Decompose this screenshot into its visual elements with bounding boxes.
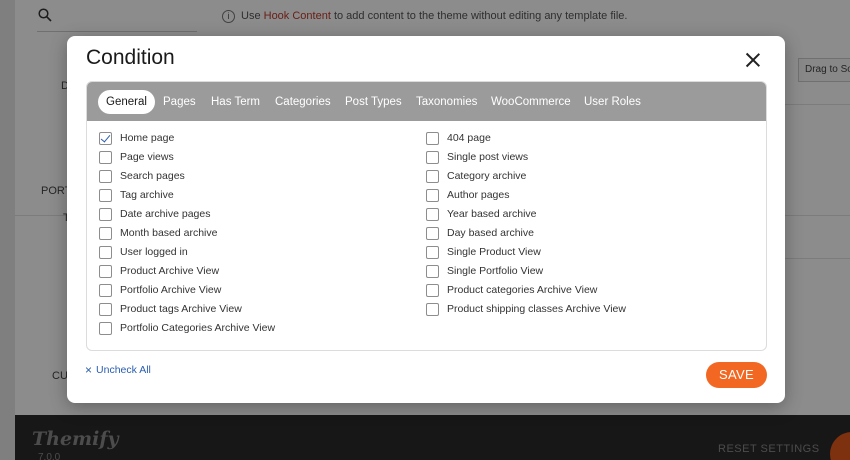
checkbox[interactable]: [426, 283, 439, 297]
option-user-logged-in[interactable]: User logged in: [99, 244, 188, 260]
checkbox[interactable]: [426, 169, 439, 183]
condition-panel: General Pages Has Term Categories Post T…: [86, 81, 767, 351]
checkbox[interactable]: [426, 302, 439, 316]
checkbox[interactable]: [99, 188, 112, 202]
save-button[interactable]: SAVE: [706, 362, 767, 388]
option-portfolio-categories-archive-view[interactable]: Portfolio Categories Archive View: [99, 320, 275, 336]
checkbox[interactable]: [99, 207, 112, 221]
option-author-pages[interactable]: Author pages: [426, 187, 509, 203]
tab-woocommerce[interactable]: WooCommerce: [491, 90, 571, 114]
checkbox[interactable]: [426, 207, 439, 221]
tab-taxonomies[interactable]: Taxonomies: [416, 90, 477, 114]
checkbox[interactable]: [99, 226, 112, 240]
option-home-page[interactable]: Home page: [99, 130, 174, 146]
modal-title: Condition: [86, 46, 175, 69]
checkbox[interactable]: [99, 264, 112, 278]
checkbox[interactable]: [99, 321, 112, 335]
option-day-based-archive[interactable]: Day based archive: [426, 225, 534, 241]
option-tag-archive[interactable]: Tag archive: [99, 187, 174, 203]
option-search-pages[interactable]: Search pages: [99, 168, 185, 184]
checkbox[interactable]: [426, 150, 439, 164]
checkbox[interactable]: [99, 169, 112, 183]
option-single-post-views[interactable]: Single post views: [426, 149, 528, 165]
option-category-archive[interactable]: Category archive: [426, 168, 526, 184]
tab-categories[interactable]: Categories: [275, 90, 331, 114]
option-date-archive-pages[interactable]: Date archive pages: [99, 206, 210, 222]
option-page-views[interactable]: Page views: [99, 149, 174, 165]
tab-has-term[interactable]: Has Term: [211, 90, 260, 114]
checkbox[interactable]: [426, 264, 439, 278]
tab-post-types[interactable]: Post Types: [345, 90, 402, 114]
option-product-categories-archive-view[interactable]: Product categories Archive View: [426, 282, 597, 298]
tab-general[interactable]: General: [98, 90, 155, 114]
condition-modal: Condition General Pages Has Term Categor…: [67, 36, 785, 403]
option-product-tags-archive-view[interactable]: Product tags Archive View: [99, 301, 242, 317]
checkbox[interactable]: [99, 245, 112, 259]
tab-user-roles[interactable]: User Roles: [584, 90, 641, 114]
option-year-based-archive[interactable]: Year based archive: [426, 206, 537, 222]
condition-tabs: General Pages Has Term Categories Post T…: [87, 82, 766, 121]
option-single-product-view[interactable]: Single Product View: [426, 244, 541, 260]
uncheck-all-link[interactable]: × Uncheck All: [85, 363, 151, 377]
checkbox[interactable]: [426, 245, 439, 259]
checkbox[interactable]: [426, 131, 439, 145]
tab-pages[interactable]: Pages: [163, 90, 196, 114]
checkbox[interactable]: [99, 131, 112, 145]
checkbox[interactable]: [99, 150, 112, 164]
option-month-based-archive[interactable]: Month based archive: [99, 225, 217, 241]
uncheck-all-label: Uncheck All: [96, 364, 151, 376]
checkbox[interactable]: [99, 302, 112, 316]
option-single-portfolio-view[interactable]: Single Portfolio View: [426, 263, 543, 279]
close-icon: ×: [85, 363, 93, 377]
checkbox[interactable]: [426, 226, 439, 240]
close-icon[interactable]: [743, 50, 763, 70]
option-404-page[interactable]: 404 page: [426, 130, 491, 146]
checkbox[interactable]: [426, 188, 439, 202]
option-product-shipping-classes-archive-view[interactable]: Product shipping classes Archive View: [426, 301, 626, 317]
option-product-archive-view[interactable]: Product Archive View: [99, 263, 219, 279]
option-portfolio-archive-view[interactable]: Portfolio Archive View: [99, 282, 221, 298]
checkbox[interactable]: [99, 283, 112, 297]
